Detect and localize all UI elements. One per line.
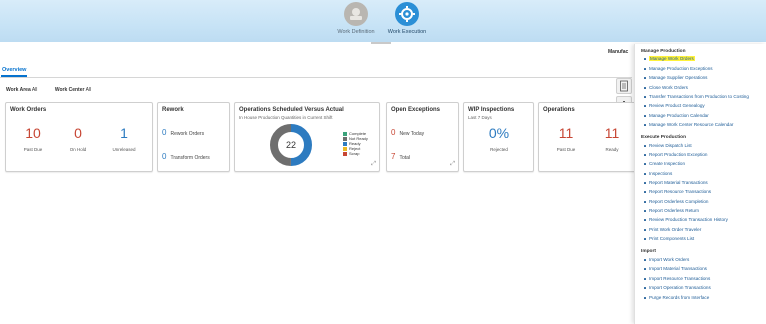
link-import-operation-transactions[interactable]: Import Operation Transactions xyxy=(644,285,711,290)
operations-past-due-label: Past Due xyxy=(556,147,576,152)
work-center-label: Work Center xyxy=(54,87,85,93)
operations-ready-label: Ready xyxy=(605,147,619,152)
work-center-filter[interactable]: Work Center All xyxy=(55,87,99,93)
ops-legend: Complete Not Ready Ready Reject Scrap xyxy=(343,131,368,156)
donut-center-value: 22 xyxy=(286,140,296,150)
work-execution-label: Work Execution xyxy=(387,29,427,35)
wip-inspections-card[interactable]: WIP Inspections Last 7 Days 0% Rejected xyxy=(463,102,534,172)
link-manage-production-calendar[interactable]: Manage Production Calendar xyxy=(644,113,709,118)
new-today-label: New Today xyxy=(399,131,425,137)
tab-overview[interactable]: Overview xyxy=(1,65,28,77)
link-manage-supplier-operations[interactable]: Manage Supplier Operations xyxy=(643,75,707,80)
section-heading-import: Import xyxy=(641,249,656,254)
operations-title: Operations xyxy=(543,107,575,113)
on-hold-count[interactable]: 0 xyxy=(58,125,98,141)
work-area-value: All xyxy=(31,87,38,93)
section-heading-manage-production: Manage Production xyxy=(641,49,686,54)
ops-scheduled-title: Operations Scheduled Versus Actual xyxy=(239,107,344,113)
work-execution-nav[interactable]: Work Execution xyxy=(377,2,437,35)
wip-rejected-value[interactable]: 0% xyxy=(479,125,519,141)
rework-orders-count: 0 xyxy=(162,128,167,137)
link-purge-records-from-interface[interactable]: Purge Records from Interface xyxy=(643,295,709,300)
link-manage-work-center-resource-calendar[interactable]: Manage Work Center Resource Calendar xyxy=(643,122,733,127)
ops-donut-chart: 22 xyxy=(270,124,312,166)
tasks-panel-button[interactable] xyxy=(616,78,632,94)
total-label: Total xyxy=(399,155,411,161)
link-transfer-transactions[interactable]: Transfer Transactions from Production to… xyxy=(644,94,749,99)
total-row[interactable]: 7 Total xyxy=(391,152,410,161)
work-execution-icon xyxy=(395,2,419,26)
wip-title: WIP Inspections xyxy=(468,107,515,113)
open-exceptions-card[interactable]: Open Exceptions 0 New Today 7 Total ⤢ xyxy=(386,102,459,172)
expand-icon[interactable]: ⤢ xyxy=(371,161,376,168)
link-close-work-orders[interactable]: Close Work Orders xyxy=(644,85,688,90)
filter-bar: Work Area All Work Center All xyxy=(6,87,107,93)
link-print-components-list[interactable]: Print Components List xyxy=(643,236,694,241)
section-heading-execute-production: Execute Production xyxy=(641,135,687,140)
unreleased-label: Unreleased xyxy=(112,147,136,152)
work-orders-title: Work Orders xyxy=(10,107,47,113)
legend-swatch xyxy=(343,131,347,136)
rework-title: Rework xyxy=(162,107,184,113)
ops-scheduled-subtitle: In House Production Quantities in Curren… xyxy=(239,115,333,120)
operations-card[interactable]: Operations 11 Past Due 11 Ready xyxy=(538,102,648,172)
link-review-dispatch-list[interactable]: Review Dispatch List xyxy=(644,143,692,148)
wip-subtitle: Last 7 Days xyxy=(468,115,492,120)
work-orders-card[interactable]: Work Orders 10 Past Due 0 On Hold 1 Unre… xyxy=(5,102,153,172)
ops-scheduled-card[interactable]: Operations Scheduled Versus Actual In Ho… xyxy=(234,102,380,172)
link-manage-work-orders[interactable]: Manage Work Orders xyxy=(644,56,695,61)
expand-icon[interactable]: ⤢ xyxy=(450,161,455,168)
legend-swatch xyxy=(343,136,347,141)
work-definition-icon xyxy=(344,2,368,26)
link-report-orderless-completion[interactable]: Report Orderless Completion xyxy=(644,199,709,204)
operations-ready-count[interactable]: 11 xyxy=(592,125,632,141)
legend-swatch xyxy=(343,146,347,151)
tasks-panel: Manage Production Manage Work Orders Man… xyxy=(634,44,766,324)
new-today-row[interactable]: 0 New Today xyxy=(391,128,424,137)
link-text: Manage Work Orders xyxy=(649,56,695,61)
transform-orders-row[interactable]: 0 Transform Orders xyxy=(162,152,210,161)
transform-orders-label: Transform Orders xyxy=(170,155,210,161)
link-import-resource-transactions[interactable]: Import Resource Transactions xyxy=(643,276,710,281)
past-due-label: Past Due xyxy=(23,147,43,152)
link-manage-production-exceptions[interactable]: Manage Production Exceptions xyxy=(644,66,713,71)
link-create-inspection[interactable]: Create Inspection xyxy=(643,161,685,166)
link-print-work-order-traveler[interactable]: Print Work Order Traveler xyxy=(643,227,701,232)
on-hold-label: On Hold xyxy=(69,147,87,152)
work-area-filter[interactable]: Work Area All xyxy=(6,87,45,93)
operations-past-due-count[interactable]: 11 xyxy=(546,125,586,141)
banner-handle[interactable] xyxy=(371,42,391,44)
link-report-orderless-return[interactable]: Report Orderless Return xyxy=(643,208,699,213)
new-today-count: 0 xyxy=(391,128,396,137)
link-review-production-transaction-history[interactable]: Review Production Transaction History xyxy=(644,217,728,222)
open-exceptions-title: Open Exceptions xyxy=(391,107,441,113)
link-import-work-orders[interactable]: Import Work Orders xyxy=(643,257,689,262)
unreleased-count[interactable]: 1 xyxy=(104,125,144,141)
rework-orders-label: Rework Orders xyxy=(170,131,205,137)
transform-orders-count: 0 xyxy=(162,152,167,161)
tab-bar xyxy=(0,64,632,78)
legend-swatch xyxy=(343,151,347,156)
total-count: 7 xyxy=(391,152,396,161)
link-report-production-exception[interactable]: Report Production Exception xyxy=(643,152,707,157)
org-label: Manufac xyxy=(608,49,629,55)
legend-swatch xyxy=(343,141,347,146)
legend-scrap: Scrap xyxy=(343,151,368,156)
link-review-product-genealogy[interactable]: Review Product Genealogy xyxy=(644,103,705,108)
link-report-resource-transactions[interactable]: Report Resource Transactions xyxy=(643,189,711,194)
wip-rejected-label: Rejected xyxy=(490,147,508,152)
rework-orders-row[interactable]: 0 Rework Orders xyxy=(162,128,204,137)
link-import-material-transactions[interactable]: Import Material Transactions xyxy=(644,266,707,271)
link-report-material-transactions[interactable]: Report Material Transactions xyxy=(644,180,708,185)
work-area-label: Work Area xyxy=(6,87,31,93)
past-due-count[interactable]: 10 xyxy=(13,125,53,141)
list-icon xyxy=(620,80,628,92)
legend-label: Scrap xyxy=(349,151,360,156)
link-inspections[interactable]: Inspections xyxy=(643,171,672,176)
work-center-value: All xyxy=(85,87,92,93)
rework-card[interactable]: Rework 0 Rework Orders 0 Transform Orders xyxy=(157,102,230,172)
